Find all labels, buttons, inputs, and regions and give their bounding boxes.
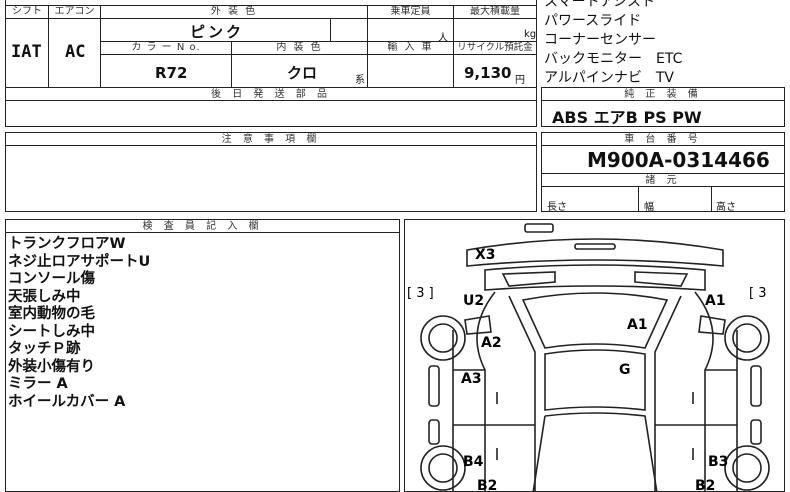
inspector-note: シートしみ中 <box>8 323 95 340</box>
mark-g: G <box>619 362 631 378</box>
equipment-item: バックモニター ETC <box>544 51 683 67</box>
standard-equipment-value: ABS エアB PS PW <box>552 108 702 127</box>
mark-b3: B3 <box>708 454 728 470</box>
spec-width-label: 幅 <box>644 202 654 213</box>
mark-x3: X3 <box>475 247 496 263</box>
inspector-note: 外装小傷有り <box>8 358 95 375</box>
interior-color-value: クロ <box>287 64 318 82</box>
spec-length-label: 長さ <box>547 202 567 213</box>
mark-b2-right: B2 <box>695 478 715 492</box>
roof <box>544 349 646 411</box>
wheel-rear-left <box>420 445 466 491</box>
capacity-label: 乗車定員 <box>367 5 454 19</box>
front-end <box>484 264 706 291</box>
inspector-note: タッチＰ跡 <box>8 341 81 357</box>
exterior-color-value: ピンク <box>190 23 245 41</box>
import-cell <box>367 54 454 88</box>
front-bumper <box>466 238 724 267</box>
chassis-header: 車 台 番 号 <box>541 132 785 146</box>
exterior-color-label: 外 装 色 <box>100 5 368 19</box>
later-parts-box <box>5 100 537 127</box>
headlight-right <box>634 271 689 287</box>
standard-equipment-header: 純 正 装 備 <box>541 87 785 101</box>
chassis-value: M900A-0314466 <box>587 148 770 172</box>
equipment-list: スマートアシスト パワースライド コーナーセンサー バックモニター ETC アル… <box>544 0 784 88</box>
interior-suffix: 系 <box>355 75 365 86</box>
equipment-item: コーナーセンサー <box>544 32 656 48</box>
bracket-left: [ 3 ] <box>407 286 434 301</box>
inspector-note: 天張しみ中 <box>8 288 81 305</box>
pillar-right <box>654 295 682 491</box>
inspector-note: ミラー A <box>8 376 68 392</box>
load-unit: kg <box>524 29 537 40</box>
headlight-left <box>501 271 556 287</box>
notes-header: 注 意 事 項 欄 <box>5 132 537 146</box>
max-load-label: 最大積載量 <box>453 5 537 19</box>
spec-table: シフト エアコン 外 装 色 乗車定員 最大積載量 IAT AC ピンク 人 k… <box>5 0 537 88</box>
front-emblem <box>574 243 616 250</box>
car-diagram-box: X3 U2 A1 A1 A2 G A3 B4 B3 B2 B2 [ 3 ] [ … <box>404 219 785 492</box>
color-no-value: R72 <box>155 64 188 82</box>
shift-label: シフト <box>5 5 49 19</box>
recycle-value: 9,130 <box>464 64 512 82</box>
recycle-label: リサイクル預託金 <box>453 41 537 55</box>
mark-a1-roof: A1 <box>627 317 648 333</box>
mark-b4: B4 <box>463 454 484 470</box>
mark-u2: U2 <box>463 293 484 309</box>
pillar-left <box>508 295 536 491</box>
exterior-color-sub <box>330 18 368 42</box>
tyre-side-right-front <box>750 365 762 407</box>
inspector-note: コンソール傷 <box>8 271 95 287</box>
mark-a1: A1 <box>705 293 726 309</box>
wheel-front-right <box>724 315 770 361</box>
tyre-side-right-rear <box>750 419 762 445</box>
wheel-front-left <box>420 315 466 361</box>
rear-window <box>532 412 658 491</box>
spec-height-label: 高さ <box>716 202 736 213</box>
inspector-note: 室内動物の毛 <box>8 306 95 322</box>
notes-box <box>5 145 537 212</box>
tyre-side-left-front <box>428 365 440 407</box>
mark-b2-left: B2 <box>477 478 497 492</box>
equipment-item: パワースライド <box>544 13 642 29</box>
wheel-rear-right <box>724 445 770 491</box>
inspector-header: 検 査 員 記 入 欄 <box>5 219 400 233</box>
mark-a3: A3 <box>461 371 482 387</box>
inspector-note: ネジ止ロアサポートU <box>8 253 151 270</box>
mark-a2: A2 <box>481 335 502 351</box>
shift-value: IAT <box>11 42 42 62</box>
equipment-item: アルパインナビ TV <box>544 70 674 86</box>
import-label: 輸 入 車 <box>367 41 454 55</box>
interior-color-label: 内 装 色 <box>231 41 368 55</box>
tyre-side-left-rear <box>428 419 440 445</box>
front-plate <box>524 223 554 233</box>
specs-header: 諸 元 <box>541 173 785 187</box>
recycle-unit: 円 <box>515 75 525 86</box>
bracket-right: [ 3 <box>749 286 766 301</box>
later-parts-header: 後 日 発 送 部 品 <box>5 87 537 101</box>
car-diagram: X3 U2 A1 A1 A2 G A3 B4 B3 B2 B2 [ 3 ] [ … <box>407 223 770 492</box>
aircon-value: AC <box>65 42 86 62</box>
color-no-label: カ ラ ー N o. <box>100 41 232 55</box>
inspector-note: ホイールカバー A <box>8 393 126 410</box>
equipment-item: スマートアシスト <box>544 0 656 10</box>
body-outline <box>476 291 714 491</box>
inspector-note: トランクフロアW <box>8 236 126 252</box>
aircon-label: エアコン <box>48 5 101 19</box>
